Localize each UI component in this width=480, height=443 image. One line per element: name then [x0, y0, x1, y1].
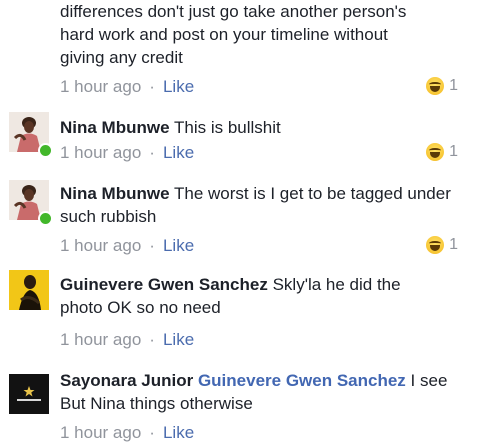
partial-comment-text: differences don't just go take another p…	[60, 0, 470, 69]
comment-meta: 1 hour ago · Like	[60, 77, 194, 97]
reaction-count: 1	[449, 143, 458, 160]
comment-body: Nina Mbunwe The worst is I get to be tag…	[60, 182, 460, 228]
comment-meta: 1 hour ago · Like	[60, 236, 194, 256]
separator-dot: ·	[149, 236, 155, 255]
haha-emoji-icon	[426, 143, 445, 161]
like-button[interactable]: Like	[163, 236, 194, 255]
like-button[interactable]: Like	[163, 77, 194, 96]
comment-timestamp[interactable]: 1 hour ago	[60, 143, 141, 162]
separator-dot: ·	[149, 143, 155, 162]
comment-author[interactable]: Nina Mbunwe	[60, 118, 170, 137]
avatar[interactable]	[9, 374, 49, 414]
separator-dot: ·	[149, 77, 155, 96]
like-button[interactable]: Like	[163, 423, 194, 442]
comment-author[interactable]: Sayonara Junior	[60, 371, 193, 390]
reaction-count: 1	[449, 77, 458, 94]
reaction-summary[interactable]: 1	[426, 143, 458, 161]
comment-author[interactable]: Guinevere Gwen Sanchez	[60, 275, 268, 294]
avatar-photo	[9, 270, 49, 310]
comment-timestamp[interactable]: 1 hour ago	[60, 77, 141, 96]
reaction-count: 1	[449, 236, 458, 253]
like-button[interactable]: Like	[163, 330, 194, 349]
reaction-summary[interactable]: 1	[426, 77, 458, 95]
comment-text-line: giving any credit	[60, 48, 183, 67]
reaction-summary[interactable]: 1	[426, 236, 458, 254]
comment-body: Nina Mbunwe This is bullshit	[60, 116, 470, 139]
haha-emoji-icon	[426, 236, 445, 254]
online-status-icon	[38, 143, 53, 158]
comment-text: This is bullshit	[173, 118, 281, 137]
comment-meta: 1 hour ago · Like	[60, 330, 194, 350]
haha-emoji-icon	[426, 77, 445, 95]
comment-meta: 1 hour ago · Like	[60, 423, 194, 443]
online-status-icon	[38, 211, 53, 226]
comment-text-line: differences don't just go take another p…	[60, 2, 407, 21]
comment-timestamp[interactable]: 1 hour ago	[60, 236, 141, 255]
avatar-photo	[9, 374, 49, 414]
comment-timestamp[interactable]: 1 hour ago	[60, 423, 141, 442]
comment-timestamp[interactable]: 1 hour ago	[60, 330, 141, 349]
separator-dot: ·	[149, 330, 155, 349]
comment-text-line: hard work and post on your timeline with…	[60, 25, 388, 44]
separator-dot: ·	[149, 423, 155, 442]
comment-author[interactable]: Nina Mbunwe	[60, 184, 170, 203]
avatar[interactable]	[9, 270, 49, 310]
like-button[interactable]: Like	[163, 143, 194, 162]
mention-link[interactable]: Guinevere Gwen Sanchez	[198, 371, 406, 390]
comment-body: Guinevere Gwen Sanchez Skly'la he did th…	[60, 273, 440, 319]
comment-meta: 1 hour ago · Like	[60, 143, 194, 163]
comment-body: Sayonara Junior Guinevere Gwen Sanchez I…	[60, 369, 460, 415]
